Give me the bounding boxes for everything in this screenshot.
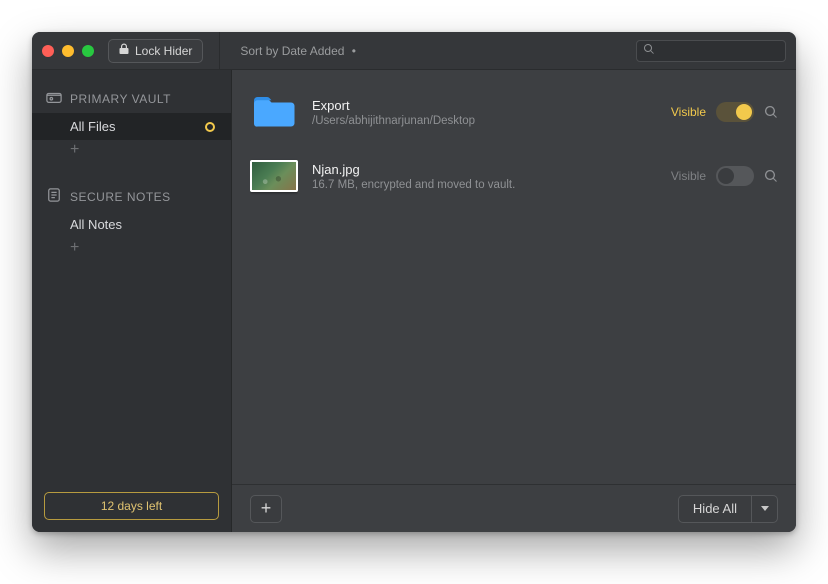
item-subtitle: /Users/abhijithnarjunan/Desktop	[312, 115, 657, 127]
magnifier-icon	[764, 107, 778, 122]
search-field[interactable]	[636, 40, 786, 62]
notes-icon	[46, 188, 62, 205]
zoom-window-button[interactable]	[82, 45, 94, 57]
sidebar-item-all-files[interactable]: All Files	[32, 113, 231, 140]
sidebar-add-vault-item[interactable]: +	[32, 140, 231, 168]
minimize-window-button[interactable]	[62, 45, 74, 57]
sidebar-section-secure-notes[interactable]: SECURE NOTES	[32, 182, 231, 211]
sort-indicator-icon: •	[352, 44, 356, 58]
close-window-button[interactable]	[42, 45, 54, 57]
search-icon	[643, 43, 655, 58]
toggle-knob-icon	[736, 104, 752, 120]
vault-icon	[46, 90, 62, 107]
titlebar: Lock Hider Sort by Date Added •	[32, 32, 796, 70]
item-subtitle: 16.7 MB, encrypted and moved to vault.	[312, 179, 657, 191]
chevron-down-icon	[761, 506, 769, 511]
app-window: Lock Hider Sort by Date Added •	[32, 32, 796, 532]
window-controls	[42, 45, 94, 57]
item-title: Njan.jpg	[312, 162, 657, 177]
list-item[interactable]: Export /Users/abhijithnarjunan/Desktop V…	[250, 84, 778, 148]
sort-dropdown[interactable]: Sort by Date Added •	[232, 44, 356, 58]
sidebar-add-note-item[interactable]: +	[32, 238, 231, 266]
item-title: Export	[312, 98, 657, 113]
trial-days-left-button[interactable]: 12 days left	[44, 492, 219, 520]
reveal-button[interactable]	[764, 169, 778, 183]
main-footer: + Hide All	[232, 484, 796, 532]
sidebar: PRIMARY VAULT All Files + SECURE NOTES A…	[32, 70, 232, 532]
hide-all-group: Hide All	[678, 495, 778, 523]
sidebar-item-label: All Notes	[70, 217, 122, 232]
sidebar-section-title: SECURE NOTES	[70, 190, 171, 204]
image-thumbnail	[250, 156, 298, 196]
plus-icon: +	[261, 498, 272, 519]
list-item[interactable]: Njan.jpg 16.7 MB, encrypted and moved to…	[250, 148, 778, 212]
file-list: Export /Users/abhijithnarjunan/Desktop V…	[232, 70, 796, 484]
add-button[interactable]: +	[250, 495, 282, 523]
visibility-label: Visible	[671, 169, 706, 183]
lock-hider-button[interactable]: Lock Hider	[108, 39, 203, 63]
magnifier-icon	[764, 171, 778, 186]
hide-all-label: Hide All	[693, 501, 737, 516]
titlebar-divider	[219, 32, 220, 70]
hide-all-menu-button[interactable]	[752, 495, 778, 523]
visibility-toggle[interactable]	[716, 166, 754, 186]
item-visibility-group: Visible	[671, 166, 778, 186]
visibility-toggle[interactable]	[716, 102, 754, 122]
hide-all-button[interactable]: Hide All	[678, 495, 752, 523]
search-input[interactable]	[659, 44, 796, 58]
sidebar-item-label: All Files	[70, 119, 116, 134]
toggle-knob-icon	[718, 168, 734, 184]
lock-hider-label: Lock Hider	[135, 44, 192, 58]
sort-label: Sort by Date Added	[240, 44, 344, 58]
trial-days-left-label: 12 days left	[101, 499, 162, 513]
sidebar-section-title: PRIMARY VAULT	[70, 92, 171, 106]
folder-icon	[250, 92, 298, 132]
lock-icon	[119, 43, 129, 58]
visibility-label: Visible	[671, 105, 706, 119]
sidebar-item-all-notes[interactable]: All Notes	[32, 211, 231, 238]
status-ring-icon	[205, 122, 215, 132]
main-panel: Export /Users/abhijithnarjunan/Desktop V…	[232, 70, 796, 532]
reveal-button[interactable]	[764, 105, 778, 119]
sidebar-section-primary-vault[interactable]: PRIMARY VAULT	[32, 84, 231, 113]
item-visibility-group: Visible	[671, 102, 778, 122]
